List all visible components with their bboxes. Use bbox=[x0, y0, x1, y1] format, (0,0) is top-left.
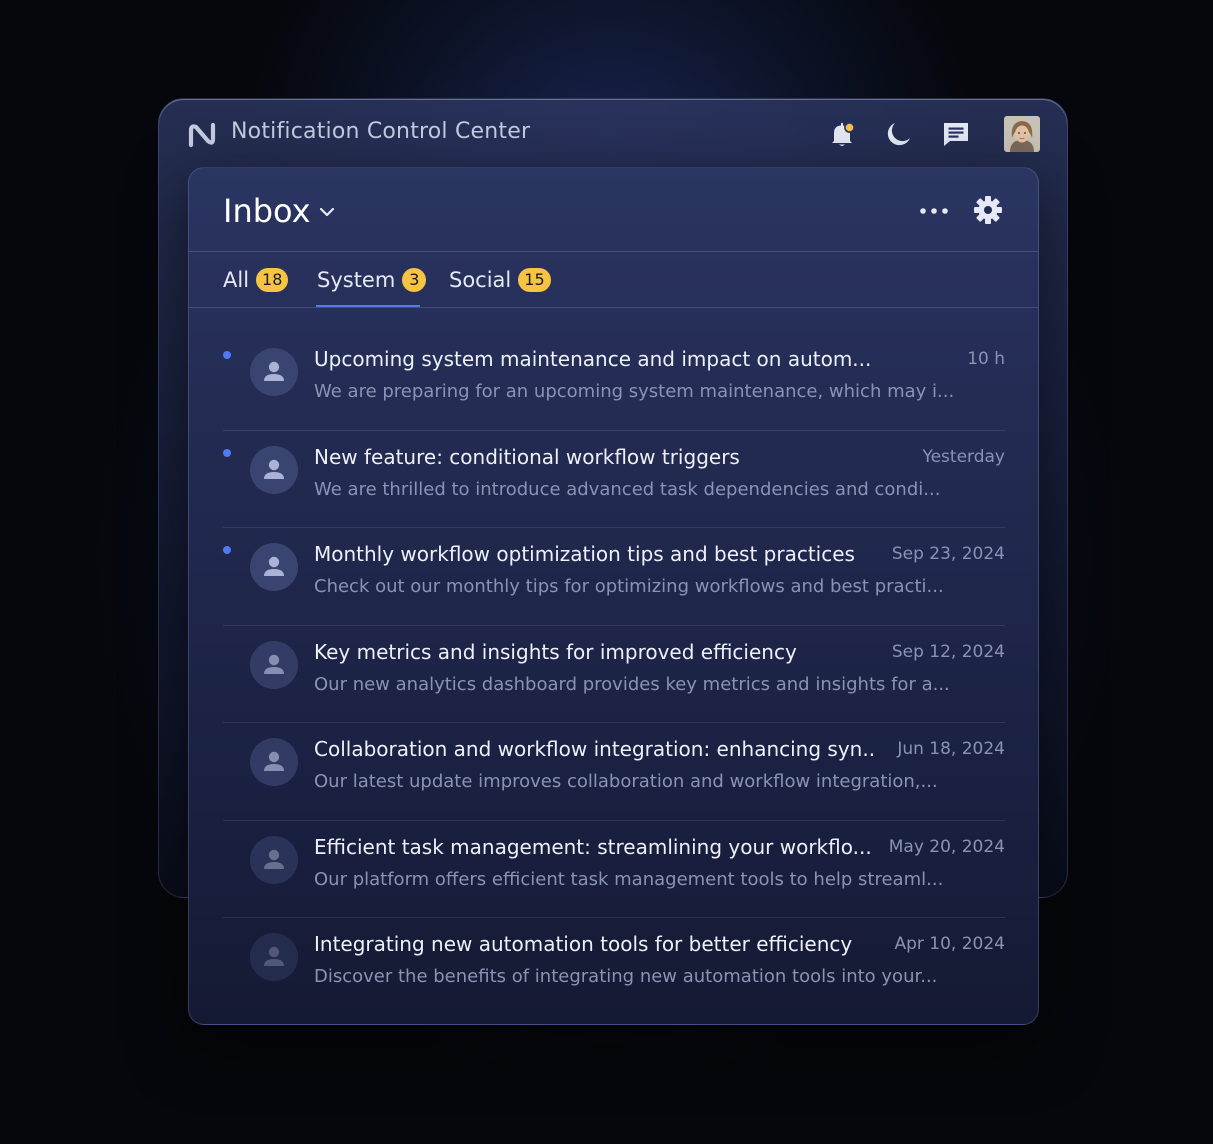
count-badge: 3 bbox=[402, 268, 427, 292]
count-badge: 15 bbox=[518, 268, 551, 292]
notification-title: Collaboration and workflow integration: … bbox=[314, 737, 874, 761]
notification-item[interactable]: Collaboration and workflow integration: … bbox=[223, 723, 1005, 821]
tab-all[interactable]: All 18 bbox=[223, 252, 289, 308]
notification-item[interactable]: Monthly workflow optimization tips and b… bbox=[223, 528, 1005, 626]
notification-time: 10 h bbox=[967, 349, 1005, 369]
user-placeholder-icon bbox=[250, 445, 298, 494]
notification-preview: Our latest update improves collaboration… bbox=[314, 771, 938, 792]
notification-item[interactable]: Efficient task management: streamlining … bbox=[223, 821, 1005, 918]
notification-item[interactable]: New feature: conditional workflow trigge… bbox=[223, 431, 1005, 528]
tab-label: All bbox=[223, 268, 250, 292]
user-avatar[interactable] bbox=[1004, 116, 1040, 152]
app-title: Notification Control Center bbox=[231, 119, 531, 144]
bell-icon[interactable] bbox=[827, 119, 857, 149]
notification-time: Apr 10, 2024 bbox=[894, 934, 1005, 954]
user-placeholder-icon bbox=[250, 738, 298, 786]
user-placeholder-icon bbox=[250, 640, 298, 689]
notification-list: Upcoming system maintenance and impact o… bbox=[223, 333, 1005, 1016]
active-tab-indicator bbox=[316, 305, 420, 307]
notification-time: Jun 18, 2024 bbox=[897, 739, 1005, 759]
notification-title: Upcoming system maintenance and impact o… bbox=[314, 347, 872, 371]
tab-social[interactable]: Social 15 bbox=[449, 252, 551, 308]
notification-item[interactable]: Integrating new automation tools for bet… bbox=[223, 918, 1005, 1016]
notification-preview: We are preparing for an upcoming system … bbox=[314, 381, 955, 402]
chevron-down-icon[interactable] bbox=[317, 202, 337, 222]
notification-preview: Check out our monthly tips for optimizin… bbox=[314, 576, 944, 597]
tab-system[interactable]: System 3 bbox=[317, 252, 427, 308]
notification-preview: Discover the benefits of integrating new… bbox=[314, 966, 938, 987]
unread-indicator bbox=[223, 448, 231, 457]
notification-item[interactable]: Key metrics and insights for improved ef… bbox=[223, 626, 1005, 723]
notification-title: Key metrics and insights for improved ef… bbox=[314, 639, 797, 664]
gear-icon[interactable] bbox=[973, 195, 1003, 225]
notification-item[interactable]: Upcoming system maintenance and impact o… bbox=[223, 333, 1005, 431]
notification-time: May 20, 2024 bbox=[888, 836, 1005, 857]
inbox-title[interactable]: Inbox bbox=[223, 192, 311, 230]
inbox-header: Inbox bbox=[189, 168, 1038, 252]
notification-preview: Our platform offers efficient task manag… bbox=[314, 868, 944, 890]
title-bar: Notification Control Center bbox=[159, 99, 1067, 169]
message-icon[interactable] bbox=[941, 119, 971, 149]
notification-preview: Our new analytics dashboard provides key… bbox=[314, 673, 950, 695]
notification-title: New feature: conditional workflow trigge… bbox=[314, 444, 740, 469]
user-placeholder-icon bbox=[250, 835, 298, 884]
notification-title: Monthly workflow optimization tips and b… bbox=[314, 542, 855, 566]
moon-icon[interactable] bbox=[883, 119, 913, 149]
tab-bar: All 18 System 3 Social 15 bbox=[189, 252, 1038, 308]
notification-preview: We are thrilled to introduce advanced ta… bbox=[314, 478, 941, 500]
notification-title: Integrating new automation tools for bet… bbox=[314, 932, 853, 956]
notification-title: Efficient task management: streamlining … bbox=[314, 834, 872, 859]
user-placeholder-icon bbox=[250, 348, 298, 396]
count-badge: 18 bbox=[256, 268, 289, 292]
unread-indicator bbox=[223, 351, 231, 359]
user-placeholder-icon bbox=[250, 933, 298, 981]
inbox-panel: Inbox All 18 System 3 Social 15 Upcoming… bbox=[188, 167, 1039, 1025]
tab-label: System bbox=[317, 268, 396, 292]
user-placeholder-icon bbox=[250, 543, 298, 591]
notification-time: Sep 12, 2024 bbox=[891, 641, 1005, 662]
tab-label: Social bbox=[449, 268, 512, 292]
notification-time: Yesterday bbox=[922, 446, 1005, 467]
more-icon[interactable] bbox=[917, 198, 951, 224]
logo-icon bbox=[188, 122, 216, 148]
unread-indicator bbox=[223, 546, 231, 554]
notification-time: Sep 23, 2024 bbox=[891, 544, 1005, 564]
